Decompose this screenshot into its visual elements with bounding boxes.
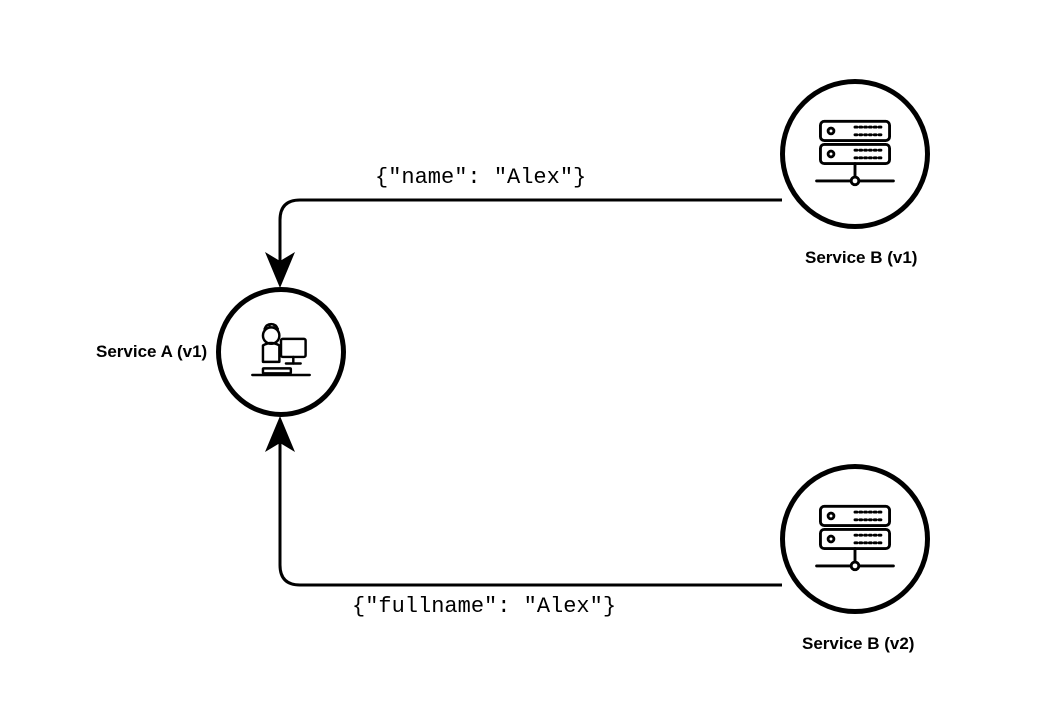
- service-a-node: [216, 287, 346, 417]
- server-icon: [807, 491, 903, 587]
- payload-bottom: {"fullname": "Alex"}: [352, 594, 616, 619]
- service-b-v2-label: Service B (v2): [802, 634, 914, 654]
- service-b-v1-label: Service B (v1): [805, 248, 917, 268]
- service-a-label: Service A (v1): [96, 342, 207, 362]
- payload-top: {"name": "Alex"}: [375, 165, 586, 190]
- service-b-v1-node: [780, 79, 930, 229]
- server-icon: [807, 106, 903, 202]
- service-b-v2-node: [780, 464, 930, 614]
- user-at-computer-icon: [240, 311, 322, 393]
